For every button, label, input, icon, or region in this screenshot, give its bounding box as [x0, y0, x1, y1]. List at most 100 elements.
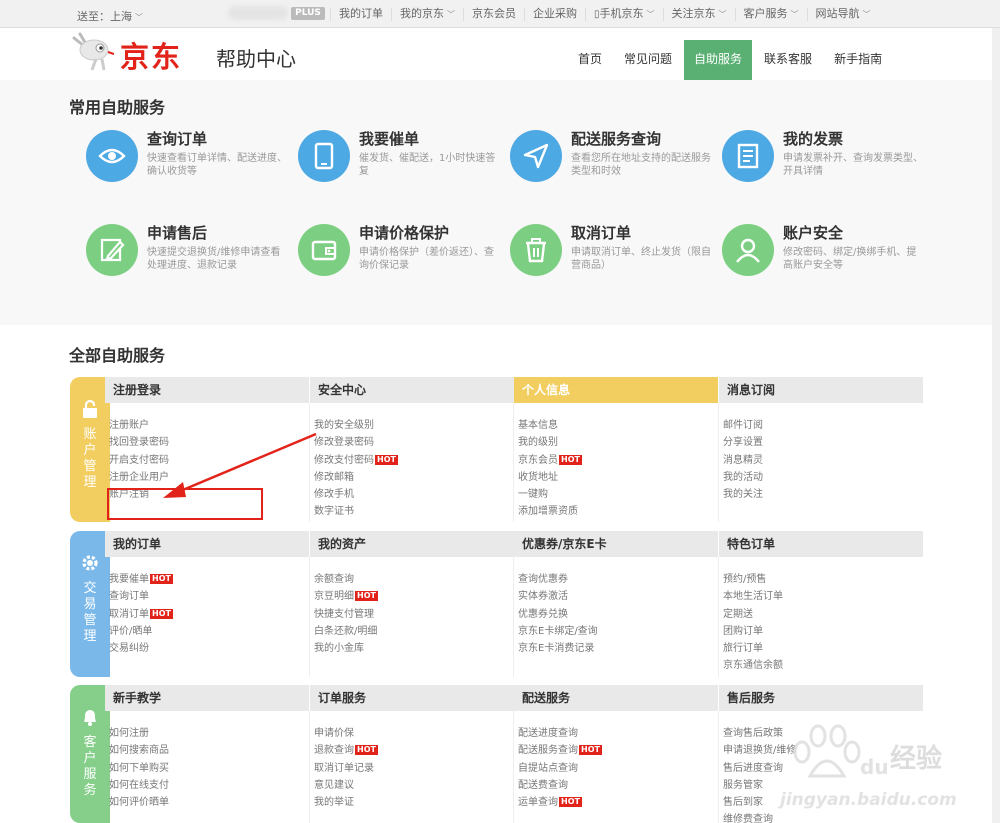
service-link[interactable]: 注册账户	[109, 417, 309, 434]
service-link[interactable]: 京东通信余额	[723, 657, 923, 674]
column-header[interactable]: 注册登录	[105, 377, 309, 403]
service-link[interactable]: 基本信息	[518, 417, 718, 434]
service-link[interactable]: 查询订单	[109, 588, 309, 605]
topnav-mobile-jd[interactable]: ▯手机京东 ﹀	[585, 8, 663, 21]
service-link[interactable]: 京豆明细 HOT	[314, 588, 514, 605]
column-header[interactable]: 我的订单	[105, 531, 309, 557]
service-link[interactable]: 定期送	[723, 606, 923, 623]
service-card-eye[interactable]: 查询订单 快速查看订单详情、配送进度、确认收货等	[86, 130, 291, 200]
service-link[interactable]: 修改邮箱	[314, 469, 514, 486]
column-header[interactable]: 配送服务	[514, 685, 718, 711]
nav-faq[interactable]: 常见问题	[614, 40, 682, 80]
service-link[interactable]: 配送费查询	[518, 777, 718, 794]
service-link[interactable]: 注册企业用户	[109, 469, 309, 486]
service-link-label: 取消订单	[109, 608, 149, 620]
column-header[interactable]: 安全中心	[310, 377, 514, 403]
service-link[interactable]: 添加增票资质	[518, 503, 718, 520]
service-desc: 快速查看订单详情、配送进度、确认收货等	[147, 153, 287, 177]
service-link-label: 修改邮箱	[314, 471, 354, 483]
nav-contact[interactable]: 联系客服	[754, 40, 822, 80]
service-link[interactable]: 我的举证	[314, 794, 514, 811]
service-link[interactable]: 取消订单 HOT	[109, 606, 309, 623]
service-link[interactable]: 配送服务查询 HOT	[518, 742, 718, 759]
service-link[interactable]: 开启支付密码	[109, 452, 309, 469]
service-link[interactable]: 收货地址	[518, 469, 718, 486]
service-link-label: 添加增票资质	[518, 506, 578, 518]
service-link[interactable]: 修改支付密码 HOT	[314, 452, 514, 469]
service-card-paper-plane[interactable]: 配送服务查询 查看您所在地址支持的配送服务类型和时效	[510, 130, 715, 200]
service-link[interactable]: 邮件订阅	[723, 417, 923, 434]
topnav-my-jd[interactable]: 我的京东 ﹀	[391, 8, 463, 21]
service-link[interactable]: 如何注册	[109, 725, 309, 742]
service-link[interactable]: 交易纠纷	[109, 640, 309, 657]
service-link[interactable]: 京东E卡消费记录	[518, 640, 718, 657]
service-link[interactable]: 余额查询	[314, 571, 514, 588]
topnav-my-orders[interactable]: 我的订单	[330, 8, 391, 21]
service-link[interactable]: 我要催单 HOT	[109, 571, 309, 588]
nav-home[interactable]: 首页	[568, 40, 612, 80]
column-header[interactable]: 优惠券/京东E卡	[514, 531, 718, 557]
service-link[interactable]: 自提站点查询	[518, 760, 718, 777]
topnav-follow-jd[interactable]: 关注京东 ﹀	[662, 8, 735, 21]
service-link[interactable]: 如何评价晒单	[109, 794, 309, 811]
service-link[interactable]: 优惠券兑换	[518, 606, 718, 623]
service-title: 我的发票	[783, 130, 844, 148]
service-link[interactable]: 意见建议	[314, 777, 514, 794]
service-link[interactable]: 申请价保	[314, 725, 514, 742]
topnav-jd-member[interactable]: 京东会员	[463, 8, 524, 21]
service-link[interactable]: 取消订单记录	[314, 760, 514, 777]
topnav-enterprise[interactable]: 企业采购	[524, 8, 585, 21]
service-card-invoice[interactable]: 我的发票 申请发票补开、查询发票类型、开具详情	[722, 130, 927, 200]
service-link[interactable]: 数字证书	[314, 503, 514, 520]
column-header[interactable]: 订单服务	[310, 685, 514, 711]
service-link-label: 消息精灵	[723, 454, 763, 466]
service-card-wallet[interactable]: 申请价格保护 申请价格保护（差价返还）、查询价保记录	[298, 224, 503, 294]
service-link[interactable]: 如何下单购买	[109, 760, 309, 777]
service-link[interactable]: 修改手机	[314, 486, 514, 503]
service-link[interactable]: 快捷支付管理	[314, 606, 514, 623]
service-link[interactable]: 我的小金库	[314, 640, 514, 657]
column-header[interactable]: 新手教学	[105, 685, 309, 711]
service-link[interactable]: 如何搜索商品	[109, 742, 309, 759]
nav-beginner-guide[interactable]: 新手指南	[824, 40, 892, 80]
service-link[interactable]: 旅行订单	[723, 640, 923, 657]
service-link[interactable]: 团购订单	[723, 623, 923, 640]
service-link[interactable]: 我的安全级别	[314, 417, 514, 434]
topnav-site-nav[interactable]: 网站导航 ﹀	[806, 8, 879, 21]
service-link[interactable]: 预约/预售	[723, 571, 923, 588]
service-link[interactable]: 我的关注	[723, 486, 923, 503]
service-card-user[interactable]: 账户安全 修改密码、绑定/换绑手机、提高账户安全等	[722, 224, 927, 294]
service-link[interactable]: 我的级别	[518, 434, 718, 451]
service-card-pencil[interactable]: 申请售后 快速提交退换货/维修申请查看处理进度、退款记录	[86, 224, 291, 294]
service-link[interactable]: 白条还款/明细	[314, 623, 514, 640]
location-selector[interactable]: 送至：上海 ﹀	[77, 8, 143, 24]
service-link[interactable]: 消息精灵	[723, 452, 923, 469]
service-card-phone[interactable]: 我要催单 催发货、催配送，1小时快速答复	[298, 130, 503, 200]
column-header[interactable]: 消息订阅	[719, 377, 923, 403]
service-link[interactable]: 退款查询 HOT	[314, 742, 514, 759]
service-link[interactable]: 查询优惠券	[518, 571, 718, 588]
service-link[interactable]: 一键购	[518, 486, 718, 503]
service-link[interactable]: 配送进度查询	[518, 725, 718, 742]
column-header[interactable]: 个人信息	[514, 377, 718, 403]
service-link[interactable]: 运单查询 HOT	[518, 794, 718, 811]
service-link[interactable]: 如何在线支付	[109, 777, 309, 794]
service-link[interactable]: 我的活动	[723, 469, 923, 486]
service-link[interactable]: 分享设置	[723, 434, 923, 451]
service-link[interactable]: 实体券激活	[518, 588, 718, 605]
column-header[interactable]: 特色订单	[719, 531, 923, 557]
jd-logo-text[interactable]: 京东	[120, 34, 182, 76]
service-link[interactable]: 本地生活订单	[723, 588, 923, 605]
service-link[interactable]: 京东会员 HOT	[518, 452, 718, 469]
service-link[interactable]: 评价/晒单	[109, 623, 309, 640]
service-link-label: 评价/晒单	[109, 625, 153, 637]
service-link[interactable]: 修改登录密码	[314, 434, 514, 451]
service-card-trash[interactable]: 取消订单 申请取消订单、终止发货（限自营商品）	[510, 224, 715, 294]
service-link[interactable]: 京东E卡绑定/查询	[518, 623, 718, 640]
topnav-customer-service[interactable]: 客户服务 ﹀	[734, 8, 807, 21]
jd-dog-logo-icon[interactable]	[70, 32, 114, 72]
nav-self-service[interactable]: 自助服务	[684, 40, 753, 80]
service-link[interactable]: 找回登录密码	[109, 434, 309, 451]
column-header[interactable]: 我的资产	[310, 531, 514, 557]
scrollbar[interactable]	[992, 28, 1000, 823]
